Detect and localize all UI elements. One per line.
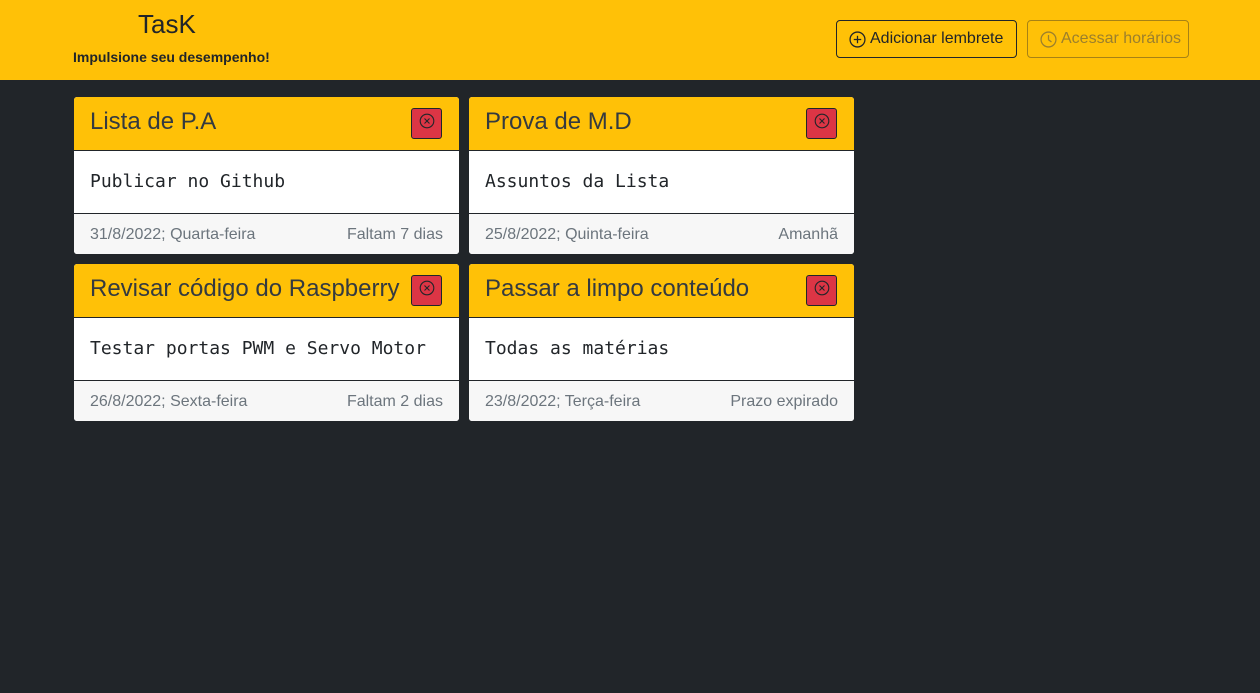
card-footer: 25/8/2022; Quinta-feira Amanhã [469, 213, 854, 254]
add-reminder-label: Adicionar lembrete [870, 30, 1004, 47]
card-title: Lista de P.A [90, 108, 217, 135]
add-reminder-button[interactable]: Adicionar lembrete [836, 20, 1017, 58]
card-text: Publicar no Github [90, 171, 286, 192]
card-title: Passar a limpo conteúdo [485, 275, 750, 302]
access-schedules-label: Acessar horários [1061, 30, 1182, 47]
card-text: Testar portas PWM e Servo Motor [90, 338, 426, 359]
x-circle-icon [814, 280, 830, 301]
plus-circle-icon [849, 30, 866, 48]
card-footer: 31/8/2022; Quarta-feira Faltam 7 dias [74, 213, 459, 254]
card-header: Prova de M.D [469, 97, 854, 151]
reminder-card: Lista de P.A Publicar no Github 31/8/202… [74, 97, 459, 254]
card-body: Publicar no Github [74, 151, 459, 213]
delete-reminder-button[interactable] [411, 275, 442, 306]
card-date: 31/8/2022; Quarta-feira [90, 226, 256, 243]
card-header: Lista de P.A [74, 97, 459, 151]
x-circle-icon [419, 113, 435, 134]
card-body: Todas as matérias [469, 318, 854, 380]
reminder-card: Passar a limpo conteúdo Todas as matéria… [469, 264, 854, 421]
card-text: Todas as matérias [485, 338, 670, 359]
card-header: Revisar código do Raspberry [74, 264, 459, 318]
top-navbar: TasK Impulsione seu desempenho! Adiciona… [0, 0, 1260, 80]
app-subtitle: Impulsione seu desempenho! [73, 49, 270, 65]
card-date: 25/8/2022; Quinta-feira [485, 226, 649, 243]
delete-reminder-button[interactable] [806, 108, 837, 139]
card-footer: 23/8/2022; Terça-feira Prazo expirado [469, 380, 854, 421]
card-status: Prazo expirado [730, 393, 838, 410]
reminder-card: Revisar código do Raspberry Testar porta… [74, 264, 459, 421]
card-title: Prova de M.D [485, 108, 632, 135]
card-footer: 26/8/2022; Sexta-feira Faltam 2 dias [74, 380, 459, 421]
reminder-card: Prova de M.D Assuntos da Lista 25/8/2022… [469, 97, 854, 254]
card-body: Assuntos da Lista [469, 151, 854, 213]
card-text: Assuntos da Lista [485, 171, 670, 192]
app-title: TasK [138, 9, 196, 39]
card-title: Revisar código do Raspberry [90, 275, 400, 302]
card-status: Faltam 7 dias [346, 226, 443, 243]
access-schedules-button[interactable]: Acessar horários [1027, 20, 1189, 58]
card-body: Testar portas PWM e Servo Motor [74, 318, 459, 380]
card-status: Faltam 2 dias [346, 393, 443, 410]
x-circle-icon [419, 280, 435, 301]
card-date: 23/8/2022; Terça-feira [485, 393, 641, 410]
clock-icon [1040, 30, 1057, 48]
card-date: 26/8/2022; Sexta-feira [90, 393, 248, 410]
card-status: Amanhã [778, 226, 838, 243]
delete-reminder-button[interactable] [806, 275, 837, 306]
delete-reminder-button[interactable] [411, 108, 442, 139]
x-circle-icon [814, 113, 830, 134]
card-header: Passar a limpo conteúdo [469, 264, 854, 318]
